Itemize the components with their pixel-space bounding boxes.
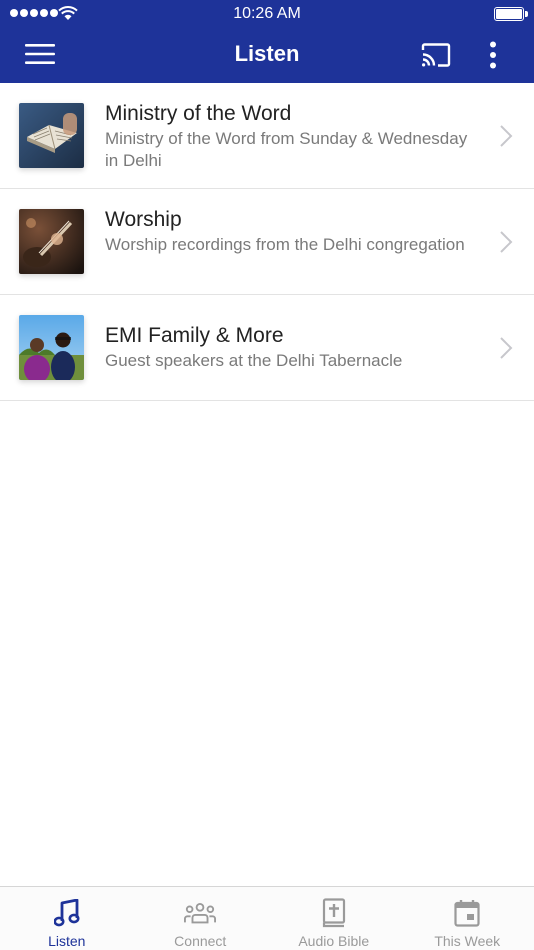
cast-button[interactable]: [414, 36, 458, 74]
chevron-right-icon: [500, 125, 513, 147]
chevron-right-icon: [500, 337, 513, 359]
tab-label: Audio Bible: [298, 933, 370, 949]
item-subtitle: Ministry of the Word from Sunday & Wedne…: [105, 129, 468, 170]
status-bar: 10:26 AM: [0, 0, 534, 28]
tab-bar: Listen Connect Audio Bible This Week: [0, 886, 534, 950]
more-options-button[interactable]: [474, 36, 512, 74]
music-note-icon: [51, 897, 83, 929]
tab-this-week[interactable]: This Week: [401, 887, 534, 950]
more-vertical-icon: [490, 41, 496, 69]
item-title: Worship: [105, 208, 182, 231]
cast-icon: [421, 43, 451, 67]
tab-connect[interactable]: Connect: [134, 887, 268, 950]
tab-audio-bible[interactable]: Audio Bible: [267, 887, 401, 950]
calendar-icon: [451, 897, 483, 929]
chevron-right-icon: [500, 231, 513, 253]
hamburger-icon: [25, 44, 55, 64]
item-subtitle: Guest speakers at the Delhi Tabernacle: [105, 351, 403, 370]
header: 10:26 AM Listen: [0, 0, 534, 83]
family-photo-thumbnail: [19, 315, 84, 380]
item-subtitle: Worship recordings from the Delhi congre…: [105, 235, 465, 254]
status-time: 10:26 AM: [233, 5, 301, 22]
battery-icon: [494, 7, 528, 21]
bible-icon: [318, 897, 350, 929]
item-title: EMI Family & More: [105, 324, 284, 347]
people-icon: [184, 897, 217, 929]
list-item-ministry-of-the-word[interactable]: Ministry of the Word Ministry of the Wor…: [0, 83, 534, 189]
tab-label: Connect: [174, 933, 227, 949]
list-item-emi-family-and-more[interactable]: EMI Family & More Guest speakers at the …: [0, 295, 534, 401]
menu-button[interactable]: [18, 36, 62, 72]
tab-label: This Week: [434, 933, 501, 949]
item-title: Ministry of the Word: [105, 102, 292, 125]
list-item-worship[interactable]: Worship Worship recordings from the Delh…: [0, 189, 534, 295]
nav-bar: Listen: [0, 28, 534, 83]
bible-photo-thumbnail: [19, 103, 84, 168]
tab-listen[interactable]: Listen: [0, 887, 134, 950]
channel-list: Ministry of the Word Ministry of the Wor…: [0, 83, 534, 401]
guitar-photo-thumbnail: [19, 209, 84, 274]
tab-label: Listen: [48, 933, 86, 949]
